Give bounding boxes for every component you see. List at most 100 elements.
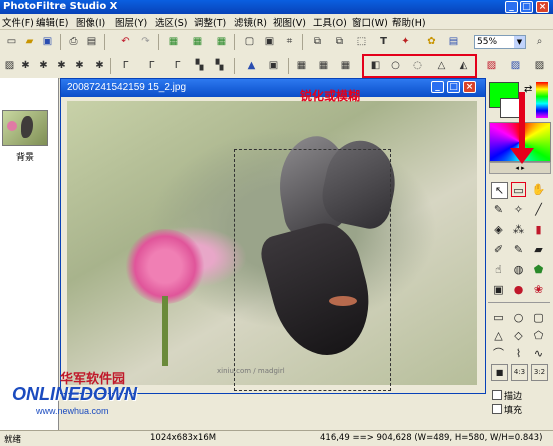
soften-icon[interactable]: ○ xyxy=(388,58,403,73)
paste-icon[interactable]: ▦ xyxy=(190,34,205,49)
zoom-select[interactable]: 55% ▼ xyxy=(474,35,526,49)
red-eye-icon[interactable]: ● xyxy=(511,282,526,297)
levels-icon[interactable]: ▲ xyxy=(244,58,259,73)
color-swap-icon[interactable]: ▚ xyxy=(212,58,227,73)
lasso-shape-icon[interactable]: ⌒ xyxy=(491,346,506,361)
diamond-shape-icon[interactable]: ◇ xyxy=(511,328,526,343)
blur-brush-icon[interactable]: ◍ xyxy=(511,262,526,277)
sharpen-more-icon[interactable]: ◭ xyxy=(456,58,471,73)
new-file-icon[interactable]: ▭ xyxy=(4,34,19,49)
outline-checkbox[interactable] xyxy=(492,390,502,400)
print-icon[interactable]: ⎙ xyxy=(66,34,81,49)
effect-icon[interactable]: ✦ xyxy=(398,34,413,49)
filter-preset2-icon[interactable]: ▨ xyxy=(508,58,523,73)
curve-shape-icon[interactable]: ∿ xyxy=(531,346,546,361)
copy-selection-icon[interactable]: ⧉ xyxy=(310,34,325,49)
filter-preset-icon[interactable]: ▨ xyxy=(484,58,499,73)
tube-tool-icon[interactable]: ❀ xyxy=(531,282,546,297)
contrast-filter-icon[interactable]: ◧ xyxy=(368,58,383,73)
polygon-shape-icon[interactable]: ⬠ xyxy=(531,328,546,343)
pointer-tool-icon[interactable]: ↖ xyxy=(491,182,508,199)
hand-tool-icon[interactable]: ✋ xyxy=(531,182,546,197)
brush-tool-icon[interactable]: ▮ xyxy=(531,222,546,237)
color-balance-icon[interactable]: ▚ xyxy=(192,58,207,73)
pipette-tool-icon[interactable]: ✎ xyxy=(491,202,506,217)
text-tool-icon[interactable]: T xyxy=(376,34,391,49)
doc-maximize-button[interactable]: □ xyxy=(447,81,460,93)
rounded-rect-icon[interactable]: ▢ xyxy=(531,310,546,325)
gamma-icon[interactable]: ✱ xyxy=(92,58,107,73)
save-icon[interactable]: ▣ xyxy=(40,34,55,49)
pen-tool-icon[interactable]: ✐ xyxy=(491,242,506,257)
auto-level-icon[interactable]: ▨ xyxy=(2,58,17,73)
doc-minimize-button[interactable]: _ xyxy=(431,81,444,93)
open-folder-icon[interactable]: ▰ xyxy=(22,34,37,49)
gamma-plus-icon[interactable]: Γ xyxy=(118,58,133,73)
gamma-alt-icon[interactable]: Γ xyxy=(170,58,185,73)
spray-tool-icon[interactable]: ⁂ xyxy=(511,222,526,237)
selection-icon[interactable]: ⬚ xyxy=(354,34,369,49)
menu-image[interactable]: 图像(I) xyxy=(76,15,105,29)
clone-tool-icon[interactable]: ⬟ xyxy=(531,262,546,277)
menu-adjust[interactable]: 调整(T) xyxy=(194,15,226,29)
menu-edit[interactable]: 编辑(E) xyxy=(36,15,68,29)
scan-icon[interactable]: ▤ xyxy=(84,34,99,49)
maximize-button[interactable]: □ xyxy=(520,1,533,13)
fill-checkbox[interactable] xyxy=(492,404,502,414)
ratio-32-icon[interactable]: 3:2 xyxy=(531,364,548,381)
smudge-tool-icon[interactable]: ☝ xyxy=(491,262,506,277)
copy-icon[interactable]: ▦ xyxy=(166,34,181,49)
blur-icon[interactable]: ◌ xyxy=(410,58,425,73)
menu-tools[interactable]: 工具(O) xyxy=(313,15,347,29)
magic-wand-icon[interactable]: ✧ xyxy=(511,202,526,217)
stamp-tool-icon[interactable]: ▣ xyxy=(491,282,506,297)
contrast-icon[interactable]: ✱ xyxy=(54,58,69,73)
effect-brush-icon[interactable]: ✎ xyxy=(511,242,526,257)
freeform-shape-icon[interactable]: ⌇ xyxy=(511,346,526,361)
minimize-button[interactable]: _ xyxy=(505,1,518,13)
gamma-minus-icon[interactable]: Γ xyxy=(144,58,159,73)
swap-colors-icon[interactable]: ⇄ xyxy=(524,84,532,95)
menu-view[interactable]: 视图(V) xyxy=(273,15,306,29)
fill-tool-icon[interactable]: ◈ xyxy=(491,222,506,237)
menu-file[interactable]: 文件(F) xyxy=(2,15,34,29)
menu-filter[interactable]: 滤镜(R) xyxy=(234,15,267,29)
eraser-tool-icon[interactable]: ▰ xyxy=(531,242,546,257)
invert-icon[interactable]: ▦ xyxy=(294,58,309,73)
image-canvas[interactable]: xiniu.com / madgirl xyxy=(67,101,477,391)
chevron-down-icon[interactable]: ▼ xyxy=(514,36,525,48)
plugin-icon[interactable]: ✿ xyxy=(424,34,439,49)
mosaic-icon[interactable]: ▦ xyxy=(316,58,331,73)
close-button[interactable]: × xyxy=(536,1,549,13)
auto-contrast-icon[interactable]: ✱ xyxy=(18,58,33,73)
rectangle-shape-icon[interactable]: ▭ xyxy=(491,310,506,325)
color-slider[interactable] xyxy=(536,82,548,118)
triangle-shape-icon[interactable]: △ xyxy=(491,328,506,343)
menu-selection[interactable]: 选区(S) xyxy=(155,15,187,29)
redo-icon[interactable]: ↷ xyxy=(138,34,153,49)
paste-new-icon[interactable]: ▦ xyxy=(214,34,229,49)
ratio-43-icon[interactable]: 4:3 xyxy=(511,364,528,381)
fill-mode-icon[interactable]: ■ xyxy=(491,364,508,381)
doc-close-button[interactable]: × xyxy=(463,81,476,93)
window-icon[interactable]: ▤ xyxy=(446,34,461,49)
layer-thumbnail[interactable] xyxy=(2,110,48,146)
line-tool-icon[interactable]: ╱ xyxy=(531,202,546,217)
filter-preset3-icon[interactable]: ▨ xyxy=(532,58,547,73)
selection-marquee[interactable] xyxy=(234,149,391,391)
undo-icon[interactable]: ↶ xyxy=(118,34,133,49)
dither-icon[interactable]: ▦ xyxy=(338,58,353,73)
sharpen-icon[interactable]: △ xyxy=(434,58,449,73)
gray-icon[interactable]: ▣ xyxy=(266,58,281,73)
ellipse-shape-icon[interactable]: ○ xyxy=(511,310,526,325)
paste-selection-icon[interactable]: ⧉ xyxy=(332,34,347,49)
menu-window[interactable]: 窗口(W) xyxy=(352,15,388,29)
crop-icon[interactable]: ⌗ xyxy=(282,34,297,49)
menu-help[interactable]: 帮助(H) xyxy=(392,15,426,29)
saturation-icon[interactable]: ✱ xyxy=(72,58,87,73)
canvas-size-icon[interactable]: ▣ xyxy=(262,34,277,49)
image-size-icon[interactable]: ▢ xyxy=(242,34,257,49)
zoom-icon[interactable]: ⌕ xyxy=(532,34,547,49)
selection-tool-icon[interactable]: ▭ xyxy=(511,182,526,197)
brightness-icon[interactable]: ✱ xyxy=(36,58,51,73)
